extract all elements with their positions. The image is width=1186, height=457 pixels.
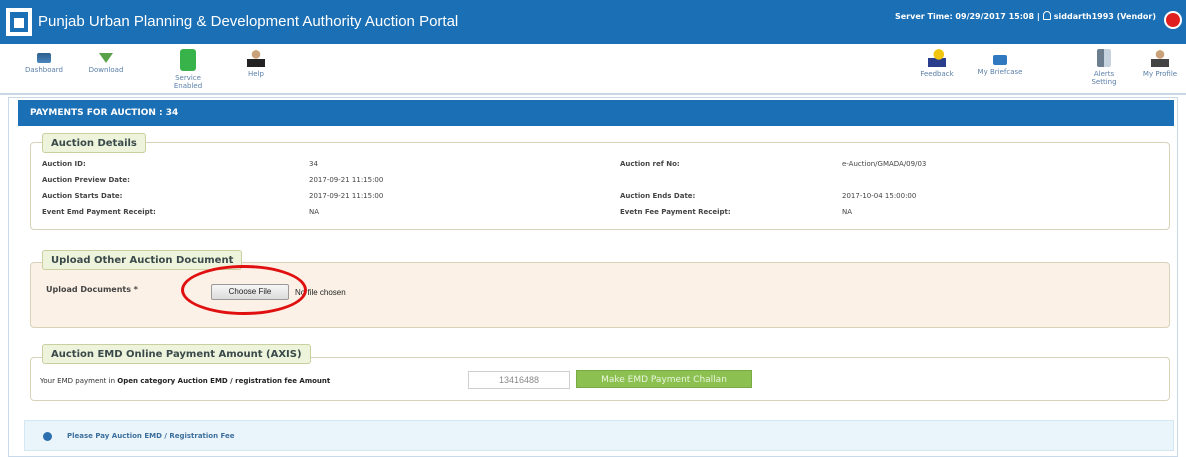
ends-date-label: Auction Ends Date:	[620, 192, 696, 200]
top-bar: Punjab Urban Planning & Development Auth…	[0, 0, 1186, 44]
starts-date-value: 2017-09-21 11:15:00	[309, 192, 384, 200]
fee-receipt-label: Evetn Fee Payment Receipt:	[620, 208, 731, 216]
server-info: Server Time: 09/29/2017 15:08 | siddarth1…	[895, 11, 1156, 21]
user-name[interactable]: siddarth1993 (Vendor)	[1054, 12, 1156, 21]
panel-title: PAYMENTS FOR AUCTION : 34	[18, 100, 1174, 126]
feedback-button[interactable]: Feedback	[912, 49, 962, 78]
download-label: Download	[88, 66, 124, 74]
house-icon	[10, 12, 28, 32]
emd-receipt-label: Event Emd Payment Receipt:	[42, 208, 156, 216]
preview-date-label: Auction Preview Date:	[42, 176, 130, 184]
briefcase-icon	[993, 55, 1007, 65]
dashboard-icon	[37, 53, 51, 63]
alerts-setting-label: Alerts Setting	[1091, 70, 1117, 86]
puda-logo	[6, 8, 32, 36]
auction-id-value: 34	[309, 160, 318, 168]
info-icon	[43, 432, 52, 441]
my-briefcase-button[interactable]: My Briefcase	[968, 49, 1032, 76]
fee-receipt-value: NA	[842, 208, 853, 216]
alerts-icon	[1097, 49, 1111, 67]
help-button[interactable]: Help	[238, 49, 274, 78]
feedback-icon	[928, 49, 946, 67]
make-emd-payment-button[interactable]: Make EMD Payment Challan	[576, 370, 752, 388]
download-icon	[99, 53, 113, 63]
profile-icon	[1151, 49, 1169, 67]
highlight-circle	[181, 265, 307, 315]
alerts-setting-button[interactable]: Alerts Setting	[1082, 49, 1126, 86]
dashboard-label: Dashboard	[25, 66, 63, 74]
payment-notice: Please Pay Auction EMD / Registration Fe…	[24, 420, 1174, 451]
notice-text: Please Pay Auction EMD / Registration Fe…	[67, 432, 235, 440]
my-profile-label: My Profile	[1142, 70, 1178, 78]
emd-text-prefix: Your EMD payment in	[40, 377, 116, 385]
preview-date-value: 2017-09-21 11:15:00	[309, 176, 384, 184]
emd-legend: Auction EMD Online Payment Amount (AXIS)	[42, 344, 311, 364]
auction-ref-value: e-Auction/GMADA/09/03	[842, 160, 927, 168]
help-label: Help	[248, 70, 264, 78]
download-button[interactable]: Download	[76, 49, 136, 74]
emd-text-bold: Open category Auction EMD / registration…	[117, 377, 331, 385]
feedback-label: Feedback	[920, 70, 954, 78]
upload-documents-label: Upload Documents *	[46, 285, 138, 294]
app-title: Punjab Urban Planning & Development Auth…	[38, 13, 459, 30]
upload-legend: Upload Other Auction Document	[42, 250, 243, 270]
dashboard-button[interactable]: Dashboard	[14, 49, 74, 74]
logout-icon[interactable]	[1164, 11, 1182, 29]
my-briefcase-label: My Briefcase	[977, 68, 1023, 76]
service-enabled-label: Service Enabled	[173, 74, 203, 90]
auction-details-section	[30, 142, 1170, 230]
emd-amount-field[interactable]: 13416488	[468, 371, 570, 389]
emd-receipt-value: NA	[309, 208, 320, 216]
emd-description: Your EMD payment in Open category Auctio…	[40, 377, 330, 385]
auction-ref-label: Auction ref No:	[620, 160, 680, 168]
server-time: Server Time: 09/29/2017 15:08 |	[894, 12, 1040, 21]
user-icon	[1042, 11, 1051, 20]
auction-id-label: Auction ID:	[42, 160, 86, 168]
service-icon	[180, 49, 196, 71]
help-icon	[247, 49, 265, 67]
starts-date-label: Auction Starts Date:	[42, 192, 123, 200]
service-enabled-button[interactable]: Service Enabled	[164, 49, 212, 90]
auction-details-legend: Auction Details	[42, 133, 146, 153]
my-profile-button[interactable]: My Profile	[1134, 49, 1186, 78]
ends-date-value: 2017-10-04 15:00:00	[842, 192, 917, 200]
toolbar: Dashboard Download Service Enabled Help …	[0, 44, 1186, 95]
